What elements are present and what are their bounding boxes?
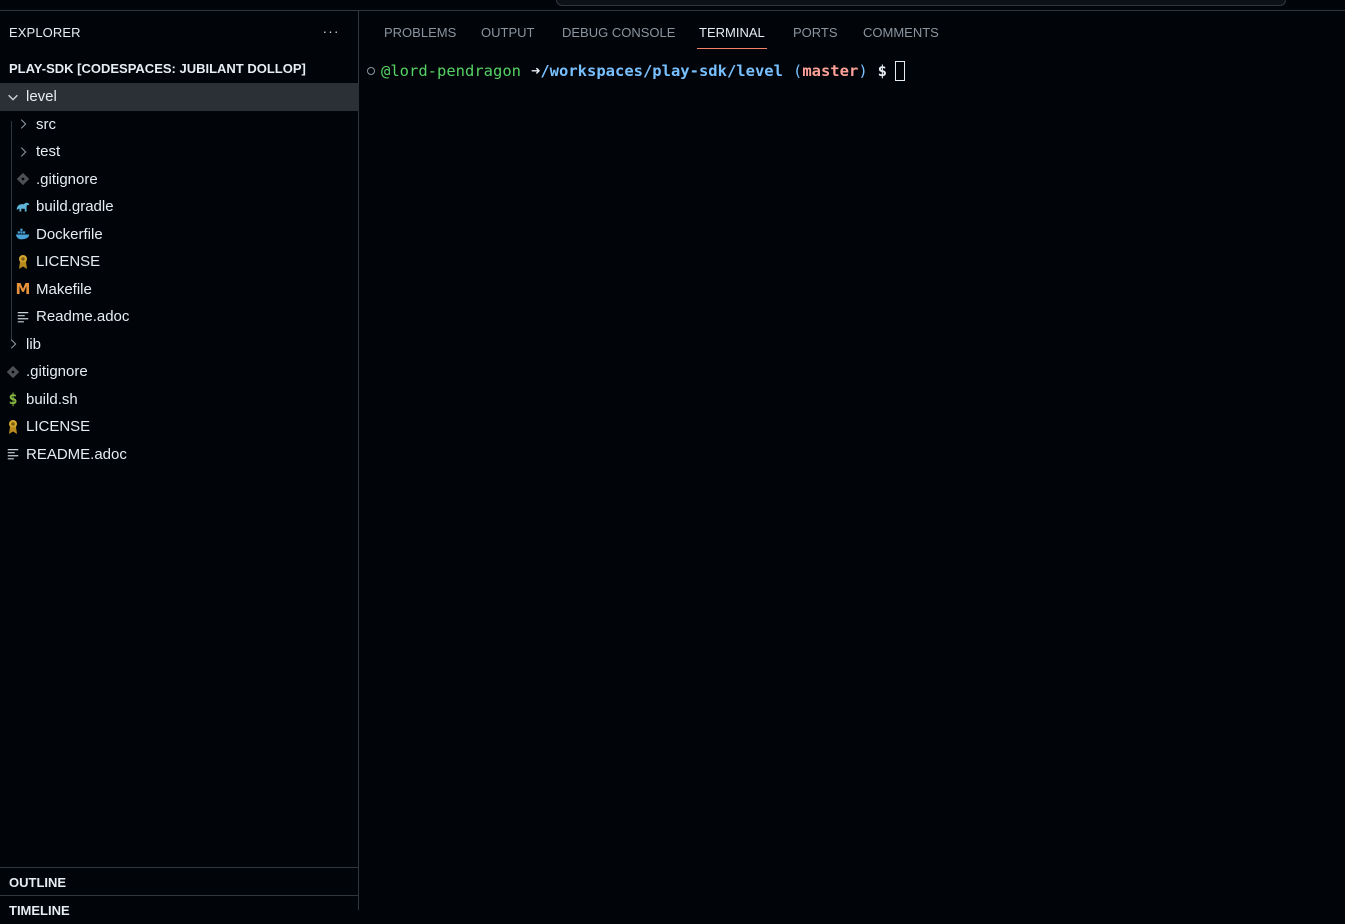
git-branch: master: [802, 62, 859, 80]
panel-tabs: PROBLEMS OUTPUT DEBUG CONSOLE TERMINAL PORTS…: [359, 11, 1345, 51]
tree-item-level[interactable]: level: [0, 83, 363, 111]
tab-debug-console[interactable]: DEBUG CONSOLE: [562, 25, 675, 40]
docker-icon: [15, 226, 31, 242]
git-icon: [15, 171, 31, 187]
tree-item-build-sh[interactable]: $ build.sh: [0, 386, 363, 414]
tree-item-license[interactable]: LICENSE: [0, 413, 363, 441]
tree-item-label: .gitignore: [26, 363, 88, 381]
tree-item-label: LICENSE: [26, 418, 91, 436]
tab-problems[interactable]: PROBLEMS: [384, 25, 456, 40]
license-icon: [15, 254, 31, 270]
tree-item-label: Readme.adoc: [36, 308, 130, 326]
tree-item-test[interactable]: test: [0, 138, 373, 166]
tree-item-label: src: [36, 115, 56, 133]
tree-item-label: .gitignore: [36, 170, 98, 188]
terminal-user: @lord-pendragon: [381, 62, 521, 80]
tree-item-build-gradle[interactable]: build.gradle: [0, 193, 373, 221]
branch-paren-open: (: [792, 62, 803, 80]
shell-icon: $: [8, 390, 18, 409]
explorer-header: EXPLORER: [9, 25, 81, 40]
workspace-title: PLAY-SDK [CODESPACES: JUBILANT DOLLOP]: [9, 61, 306, 76]
more-actions-icon[interactable]: ···: [320, 21, 342, 41]
active-tab-indicator: [697, 48, 767, 49]
tree-item-label: lib: [26, 335, 42, 353]
command-center[interactable]: [556, 0, 1286, 6]
text-lines-icon: [15, 309, 31, 325]
timeline-label: TIMELINE: [9, 903, 70, 918]
tree-item-label: Dockerfile: [36, 225, 103, 243]
tree-item-gitignore[interactable]: .gitignore: [0, 358, 363, 386]
chevron-down-icon: [5, 89, 21, 105]
explorer-sidebar: EXPLORER ··· PLAY-SDK [CODESPACES: JUBIL…: [0, 11, 363, 918]
tree-item-label: build.sh: [26, 390, 78, 408]
outline-section[interactable]: OUTLINE: [0, 867, 358, 896]
gradle-icon: [15, 199, 31, 215]
tree-item-license[interactable]: LICENSE: [0, 248, 373, 276]
tab-output[interactable]: OUTPUT: [481, 25, 534, 40]
tab-ports[interactable]: PORTS: [793, 25, 838, 40]
tree-item-dockerfile[interactable]: Dockerfile: [0, 221, 373, 249]
terminal-path: /workspaces/play-sdk/level: [540, 62, 783, 80]
text-lines-icon: [5, 446, 21, 462]
chevron-right-icon: [5, 336, 21, 352]
tab-comments[interactable]: COMMENTS: [863, 25, 939, 40]
tree-item-readme-adoc[interactable]: Readme.adoc: [0, 303, 373, 331]
license-icon: [5, 419, 21, 435]
tree-item-lib[interactable]: lib: [0, 331, 363, 359]
tree-item-makefile[interactable]: M Makefile: [0, 276, 373, 304]
tree-item-label: level: [26, 88, 57, 106]
title-bar: [0, 0, 1345, 11]
makefile-icon: M: [15, 280, 31, 299]
prompt-arrow: ➜: [530, 62, 541, 80]
workspace-section-title[interactable]: PLAY-SDK [CODESPACES: JUBILANT DOLLOP]: [9, 61, 306, 76]
tree-item-label: test: [36, 143, 61, 161]
file-tree: level src test .gitignore build.gradle Docker…: [0, 83, 363, 468]
outline-label: OUTLINE: [9, 875, 67, 890]
command-status-icon: [367, 67, 375, 75]
tree-item-label: LICENSE: [36, 253, 101, 271]
tree-item-gitignore[interactable]: .gitignore: [0, 166, 373, 194]
branch-paren-close: ): [858, 62, 868, 80]
tree-item-label: Makefile: [36, 280, 92, 298]
tree-item-readme-adoc[interactable]: README.adoc: [0, 441, 363, 469]
git-icon: [5, 364, 21, 380]
prompt-symbol: $: [877, 62, 887, 80]
tab-terminal[interactable]: TERMINAL: [699, 25, 765, 40]
tree-item-label: build.gradle: [36, 198, 114, 216]
tree-item-label: README.adoc: [26, 445, 127, 463]
terminal-cursor[interactable]: [895, 61, 905, 81]
tree-item-src[interactable]: src: [0, 111, 373, 139]
terminal[interactable]: @lord-pendragon ➜ /workspaces/play-sdk/l…: [367, 61, 905, 81]
chevron-right-icon: [15, 116, 31, 132]
bottom-panel: PROBLEMS OUTPUT DEBUG CONSOLE TERMINAL PORTS…: [359, 11, 1345, 910]
chevron-right-icon: [15, 144, 31, 160]
